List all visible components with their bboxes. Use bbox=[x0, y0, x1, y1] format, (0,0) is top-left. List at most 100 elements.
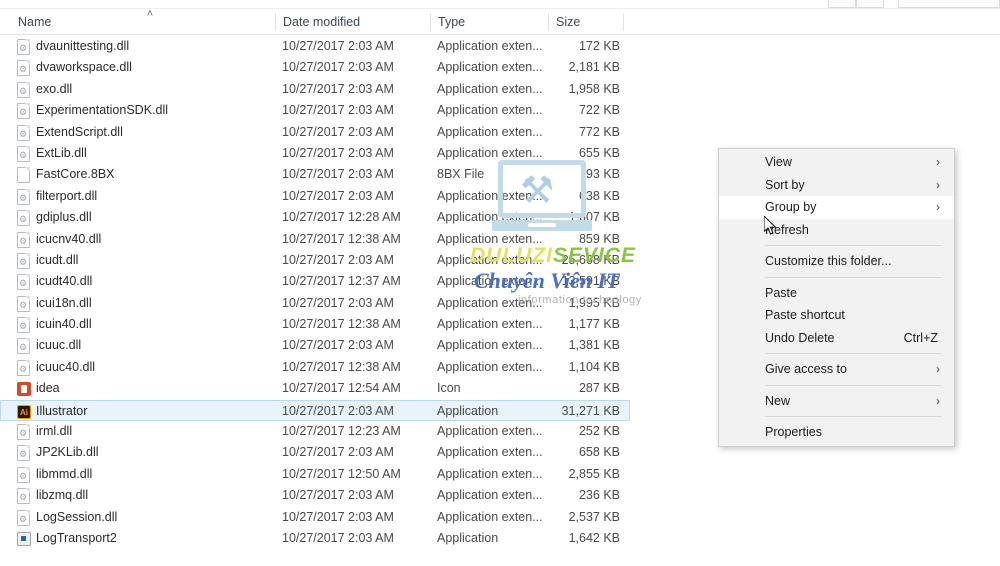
column-header-name[interactable]: Name bbox=[18, 9, 51, 35]
menu-separator bbox=[765, 245, 942, 246]
table-row[interactable]: ⚙exo.dll10/27/2017 2:03 AMApplication ex… bbox=[0, 79, 630, 100]
column-divider-type[interactable] bbox=[548, 13, 549, 31]
table-row[interactable]: ⚙libmmd.dll10/27/2017 12:50 AMApplicatio… bbox=[0, 464, 630, 485]
menu-item-label: Paste shortcut bbox=[765, 308, 845, 322]
context-menu[interactable]: View›Sort by›Group by›RefreshCustomize t… bbox=[718, 148, 955, 447]
menu-item-sort-by[interactable]: Sort by› bbox=[719, 174, 954, 197]
menu-item-view[interactable]: View› bbox=[719, 151, 954, 174]
file-date-modified: 10/27/2017 12:38 AM bbox=[282, 357, 422, 378]
table-row[interactable]: ⚙icui18n.dll10/27/2017 2:03 AMApplicatio… bbox=[0, 293, 630, 314]
menu-item-give-access-to[interactable]: Give access to › bbox=[719, 358, 954, 381]
file-name: LogSession.dll bbox=[36, 507, 266, 528]
table-row[interactable]: idea10/27/2017 12:54 AMIcon287 KB bbox=[0, 378, 630, 399]
file-name: Illustrator bbox=[36, 401, 266, 422]
menu-item-group-by[interactable]: Group by› bbox=[719, 196, 954, 219]
table-row[interactable]: ⚙ExtendScript.dll10/27/2017 2:03 AMAppli… bbox=[0, 122, 630, 143]
dll-icon: ⚙ bbox=[16, 360, 31, 376]
explorer-window: ˄ Name Date modified Type Size ⚙dvaunitt… bbox=[0, 0, 1000, 566]
file-date-modified: 10/27/2017 12:37 AM bbox=[282, 271, 422, 292]
file-size: 722 KB bbox=[510, 100, 620, 121]
file-date-modified: 10/27/2017 2:03 AM bbox=[282, 528, 422, 548]
search-box[interactable] bbox=[898, 0, 1000, 8]
file-size: 1,381 KB bbox=[510, 335, 620, 356]
table-row[interactable]: ⚙ExperimentationSDK.dll10/27/2017 2:03 A… bbox=[0, 100, 630, 121]
file-date-modified: 10/27/2017 2:03 AM bbox=[282, 250, 422, 271]
column-header-row: ˄ Name Date modified Type Size bbox=[0, 9, 1000, 35]
mouse-cursor bbox=[764, 216, 778, 236]
table-row[interactable]: ⚙dvaworkspace.dll10/27/2017 2:03 AMAppli… bbox=[0, 57, 630, 78]
file-size: 2,855 KB bbox=[510, 464, 620, 485]
menu-separator bbox=[765, 385, 942, 386]
file-size: 25,608 KB bbox=[510, 250, 620, 271]
file-name: ExtendScript.dll bbox=[36, 122, 266, 143]
menu-item-label: Give access to bbox=[765, 362, 847, 376]
menu-item-new[interactable]: New› bbox=[719, 390, 954, 413]
table-row[interactable]: ⚙icuuc.dll10/27/2017 2:03 AMApplication … bbox=[0, 335, 630, 356]
table-row[interactable]: ⚙libzmq.dll10/27/2017 2:03 AMApplication… bbox=[0, 485, 630, 506]
file-size: 13,591 KB bbox=[510, 271, 620, 292]
file-name: icuuc.dll bbox=[36, 335, 266, 356]
file-size: 658 KB bbox=[510, 442, 620, 463]
menu-item-paste-shortcut[interactable]: Paste shortcut bbox=[719, 304, 954, 327]
table-row[interactable]: ⚙dvaunittesting.dll10/27/2017 2:03 AMApp… bbox=[0, 36, 630, 57]
table-row[interactable]: ⚙LogSession.dll10/27/2017 2:03 AMApplica… bbox=[0, 507, 630, 528]
column-header-date-modified[interactable]: Date modified bbox=[283, 9, 360, 35]
chevron-right-icon: › bbox=[936, 358, 940, 381]
table-row[interactable]: LogTransport210/27/2017 2:03 AMApplicati… bbox=[0, 528, 630, 548]
dll-icon: ⚙ bbox=[16, 467, 31, 483]
toolbar-button-right[interactable] bbox=[856, 0, 884, 8]
file-size: 172 KB bbox=[510, 36, 620, 57]
table-row[interactable]: ⚙filterport.dll10/27/2017 2:03 AMApplica… bbox=[0, 186, 630, 207]
menu-item-customize-this-folder[interactable]: Customize this folder... bbox=[719, 250, 954, 273]
table-row[interactable]: ⚙JP2KLib.dll10/27/2017 2:03 AMApplicatio… bbox=[0, 442, 630, 463]
menu-separator bbox=[765, 416, 942, 417]
dll-icon: ⚙ bbox=[16, 82, 31, 98]
column-divider-name[interactable] bbox=[275, 13, 276, 31]
file-date-modified: 10/27/2017 2:03 AM bbox=[282, 485, 422, 506]
file-name: ExperimentationSDK.dll bbox=[36, 100, 266, 121]
dll-icon: ⚙ bbox=[16, 317, 31, 333]
table-row[interactable]: ⚙icuuc40.dll10/27/2017 12:38 AMApplicati… bbox=[0, 357, 630, 378]
table-row[interactable]: ⚙gdiplus.dll10/27/2017 12:28 AMApplicati… bbox=[0, 207, 630, 228]
illustrator-icon: Ai bbox=[16, 404, 31, 420]
file-size: 2,181 KB bbox=[510, 57, 620, 78]
table-row[interactable]: AiIllustrator10/27/2017 2:03 AMApplicati… bbox=[0, 400, 630, 421]
menu-item-refresh[interactable]: Refresh bbox=[719, 219, 954, 242]
file-date-modified: 10/27/2017 2:03 AM bbox=[282, 401, 422, 422]
file-date-modified: 10/27/2017 12:23 AM bbox=[282, 421, 422, 442]
table-row[interactable]: ⚙ExtLib.dll10/27/2017 2:03 AMApplication… bbox=[0, 143, 630, 164]
file-size: 236 KB bbox=[510, 485, 620, 506]
column-divider-size[interactable] bbox=[623, 13, 624, 31]
dll-icon: ⚙ bbox=[16, 274, 31, 290]
table-row[interactable]: ⚙irml.dll10/27/2017 12:23 AMApplication … bbox=[0, 421, 630, 442]
table-row[interactable]: ⚙icucnv40.dll10/27/2017 12:38 AMApplicat… bbox=[0, 229, 630, 250]
column-header-type[interactable]: Type bbox=[438, 9, 465, 35]
toolbar-button-left[interactable] bbox=[828, 0, 856, 8]
file-name: icudt40.dll bbox=[36, 271, 266, 292]
table-row[interactable]: ⚙icuin40.dll10/27/2017 12:38 AMApplicati… bbox=[0, 314, 630, 335]
menu-item-paste[interactable]: Paste bbox=[719, 282, 954, 305]
column-divider-date[interactable] bbox=[430, 13, 431, 31]
file-size: 1,607 KB bbox=[510, 207, 620, 228]
file-date-modified: 10/27/2017 2:03 AM bbox=[282, 335, 422, 356]
file-date-modified: 10/27/2017 12:38 AM bbox=[282, 229, 422, 250]
file-date-modified: 10/27/2017 2:03 AM bbox=[282, 79, 422, 100]
dll-icon: ⚙ bbox=[16, 103, 31, 119]
column-header-size[interactable]: Size bbox=[556, 9, 580, 35]
file-name: libzmq.dll bbox=[36, 485, 266, 506]
table-row[interactable]: ⚙icudt.dll10/27/2017 2:03 AMApplication … bbox=[0, 250, 630, 271]
menu-item-undo-delete[interactable]: Undo DeleteCtrl+Z bbox=[719, 327, 954, 350]
file-size: 2,537 KB bbox=[510, 507, 620, 528]
menu-item-properties[interactable]: Properties bbox=[719, 421, 954, 444]
table-row[interactable]: ⚙icudt40.dll10/27/2017 12:37 AMApplicati… bbox=[0, 271, 630, 292]
file-date-modified: 10/27/2017 2:03 AM bbox=[282, 293, 422, 314]
file-name: icui18n.dll bbox=[36, 293, 266, 314]
file-name: icucnv40.dll bbox=[36, 229, 266, 250]
file-size: 859 KB bbox=[510, 229, 620, 250]
app-icon bbox=[16, 531, 31, 547]
file-size: 1,995 KB bbox=[510, 293, 620, 314]
dll-icon: ⚙ bbox=[16, 125, 31, 141]
table-row[interactable]: FastCore.8BX10/27/2017 2:03 AM8BX File93… bbox=[0, 164, 630, 185]
file-date-modified: 10/27/2017 12:50 AM bbox=[282, 464, 422, 485]
menu-item-label: Sort by bbox=[765, 178, 805, 192]
